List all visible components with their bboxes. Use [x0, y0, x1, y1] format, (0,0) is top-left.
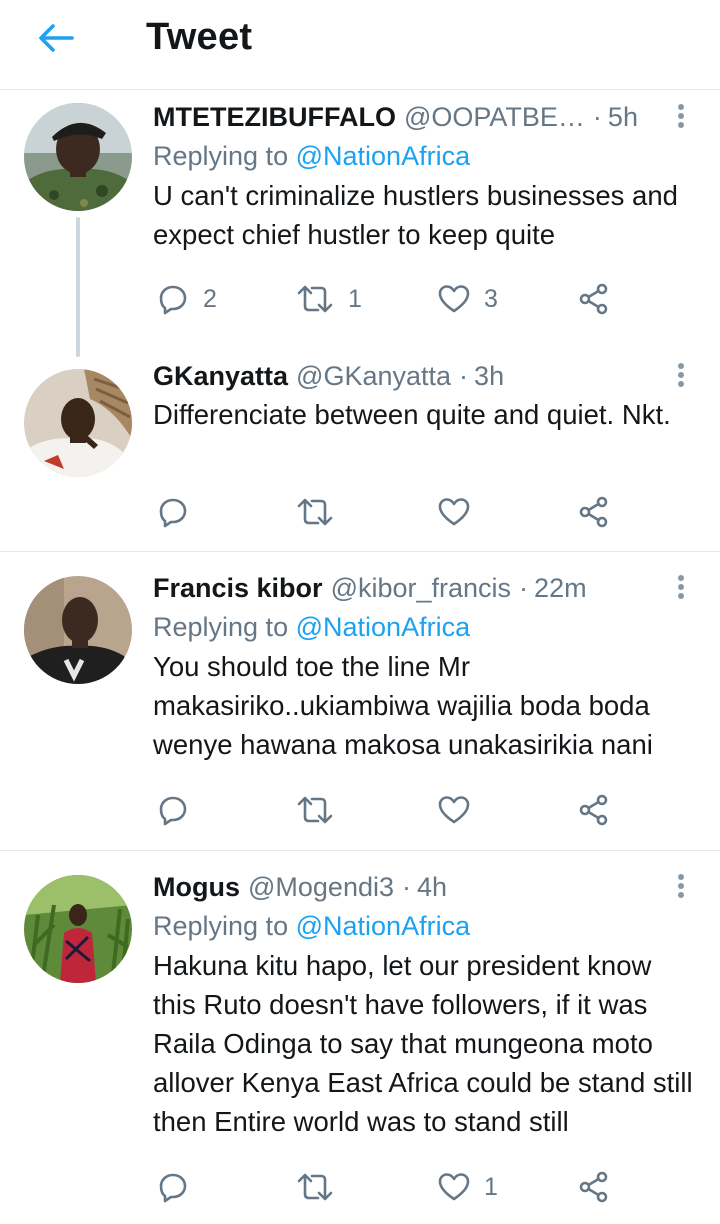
display-name[interactable]: Mogus	[153, 868, 240, 906]
action-bar: 2 1 3	[153, 279, 633, 319]
action-bar	[153, 790, 633, 830]
heart-icon	[438, 498, 470, 526]
username[interactable]: @Mogendi3	[248, 868, 394, 906]
tweet[interactable]: MTETEZIBUFFALO @OOPATBE… · 5h Replying t…	[0, 91, 720, 357]
username[interactable]: @OOPATBE…	[404, 98, 585, 136]
like-count: 1	[484, 1172, 498, 1201]
avatar[interactable]	[24, 875, 132, 983]
mention-link[interactable]: @NationAfrica	[296, 612, 470, 642]
more-options-button[interactable]	[666, 572, 696, 602]
replying-label: Replying to	[153, 612, 289, 642]
more-options-button[interactable]	[666, 101, 696, 131]
display-name[interactable]: MTETEZIBUFFALO	[153, 98, 396, 136]
replying-label: Replying to	[153, 141, 289, 171]
replying-to: Replying to @NationAfrica	[153, 136, 700, 176]
tweet-header: Mogus @Mogendi3 · 4h	[153, 868, 700, 906]
reply-icon	[159, 1173, 187, 1203]
tweet-header: Francis kibor @kibor_francis · 22m	[153, 569, 700, 607]
more-options-button[interactable]	[666, 871, 696, 901]
avatar[interactable]	[24, 576, 132, 684]
share-icon	[579, 283, 608, 315]
heart-icon	[438, 796, 470, 824]
like-button[interactable]	[438, 790, 470, 830]
tweet[interactable]: GKanyatta @GKanyatta · 3h Differenciate …	[0, 356, 720, 551]
share-icon	[579, 1171, 608, 1203]
like-button[interactable]: 1	[438, 1167, 498, 1207]
separator-dot: ·	[402, 872, 411, 902]
retweet-icon	[297, 498, 333, 526]
mention-link[interactable]: @NationAfrica	[296, 141, 470, 171]
top-bar: Tweet	[0, 0, 720, 90]
reply-button[interactable]	[157, 1167, 189, 1207]
thread-line	[76, 217, 80, 357]
share-button[interactable]	[578, 492, 610, 532]
replying-to: Replying to @NationAfrica	[153, 906, 700, 946]
tweet-header: GKanyatta @GKanyatta · 3h	[153, 357, 700, 395]
like-button[interactable]: 3	[438, 279, 498, 319]
retweet-button[interactable]	[296, 790, 334, 830]
reply-button[interactable]: 2	[157, 279, 217, 319]
replying-to: Replying to @NationAfrica	[153, 607, 700, 647]
tweet-text: U can't criminalize hustlers businesses …	[153, 180, 678, 250]
timestamp[interactable]: 3h	[474, 357, 504, 395]
separator-dot: ·	[519, 573, 529, 603]
more-vertical-icon	[678, 104, 684, 128]
like-button[interactable]	[438, 492, 470, 532]
back-arrow-icon	[39, 24, 74, 52]
replying-label: Replying to	[153, 911, 289, 941]
tweet-text: You should toe the line Mr makasiriko..u…	[153, 651, 653, 760]
display-name[interactable]: Francis kibor	[153, 569, 323, 607]
timestamp[interactable]: 4h	[417, 868, 447, 906]
retweet-icon	[297, 796, 333, 824]
action-bar: 1	[153, 1167, 633, 1207]
retweet-count: 1	[348, 284, 362, 313]
retweet-button[interactable]	[296, 1167, 334, 1207]
separator-dot: ·	[592, 102, 602, 132]
separator-dot: ·	[459, 361, 469, 391]
mention-link[interactable]: @NationAfrica	[296, 911, 470, 941]
tweet-text: Differenciate between quite and quiet. N…	[153, 399, 671, 430]
heart-icon	[438, 1173, 470, 1201]
tweet-header: MTETEZIBUFFALO @OOPATBE… · 5h	[153, 98, 700, 136]
like-count: 3	[484, 284, 498, 313]
avatar[interactable]	[24, 103, 132, 211]
tweet[interactable]: Francis kibor @kibor_francis · 22m Reply…	[0, 552, 720, 850]
share-button[interactable]	[578, 1167, 610, 1207]
share-icon	[579, 496, 608, 528]
retweet-icon	[297, 1173, 333, 1201]
username[interactable]: @kibor_francis	[331, 569, 511, 607]
more-vertical-icon	[678, 575, 684, 599]
reply-count: 2	[203, 284, 217, 313]
timestamp[interactable]: 22m	[534, 569, 587, 607]
username[interactable]: @GKanyatta	[296, 357, 451, 395]
reply-icon	[159, 285, 187, 315]
more-vertical-icon	[678, 363, 684, 387]
back-button[interactable]	[34, 18, 78, 58]
more-options-button[interactable]	[666, 360, 696, 390]
more-vertical-icon	[678, 874, 684, 898]
retweet-button[interactable]	[296, 492, 334, 532]
heart-icon	[438, 285, 470, 313]
share-button[interactable]	[578, 790, 610, 830]
tweet[interactable]: Mogus @Mogendi3 · 4h Replying to @Nation…	[0, 851, 720, 1224]
retweet-button[interactable]: 1	[296, 279, 362, 319]
tweet-text: Hakuna kitu hapo, let our president know…	[153, 950, 693, 1137]
avatar[interactable]	[24, 369, 132, 477]
reply-icon	[159, 498, 187, 528]
action-bar	[153, 492, 633, 532]
retweet-icon	[297, 285, 333, 313]
page-title: Tweet	[146, 16, 253, 58]
timestamp[interactable]: 5h	[608, 98, 638, 136]
reply-button[interactable]	[157, 492, 189, 532]
share-icon	[579, 794, 608, 826]
share-button[interactable]	[578, 279, 610, 319]
display-name[interactable]: GKanyatta	[153, 357, 288, 395]
reply-icon	[159, 796, 187, 826]
reply-button[interactable]	[157, 790, 189, 830]
